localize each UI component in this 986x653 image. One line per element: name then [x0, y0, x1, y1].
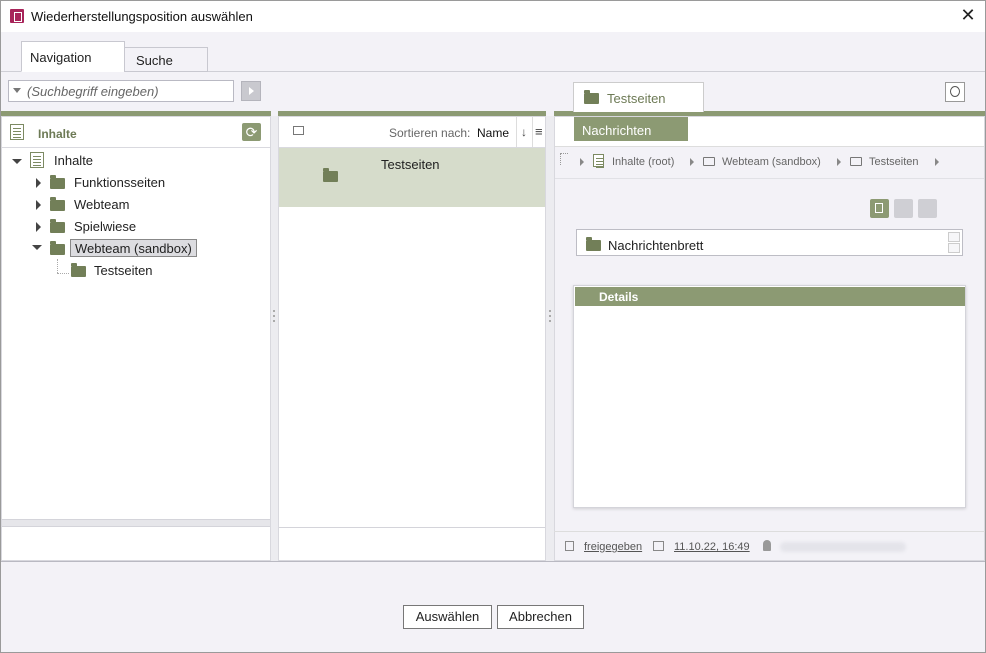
list-panel-header: Sortieren nach: Name ↓ ≡	[279, 117, 545, 148]
folder-icon	[50, 197, 65, 211]
tree-panel-title: Inhalte	[38, 127, 77, 141]
list-panel: Sortieren nach: Name ↓ ≡ Testseiten	[278, 116, 546, 561]
release-status-icon	[565, 541, 574, 551]
dialog-window: Wiederherstellungsposition auswählen ✕ N…	[0, 0, 986, 653]
tree-connector	[57, 259, 58, 273]
folder-icon	[584, 90, 599, 104]
folder-icon	[50, 219, 65, 233]
chevron-right-icon	[690, 158, 694, 166]
redacted-user	[780, 542, 906, 552]
horizontal-splitter[interactable]	[2, 519, 270, 527]
menu-icon[interactable]: ≡	[535, 124, 543, 139]
folder-icon	[50, 175, 65, 189]
tab-testseiten[interactable]: Testseiten	[573, 82, 704, 112]
tree-panel: Inhalte ⟳ Inhalte Funktionsseiten Webtea…	[1, 116, 271, 561]
tab-navigation[interactable]: Navigation	[21, 41, 125, 72]
scroll-up-icon[interactable]	[948, 232, 960, 242]
chevron-right-icon	[837, 158, 841, 166]
tree-item-webteam[interactable]: Webteam	[74, 196, 129, 214]
folder-icon	[586, 237, 601, 251]
expand-triangle-icon[interactable]	[32, 245, 42, 250]
chevron-right-icon	[580, 158, 584, 166]
tree-item-spielwiese[interactable]: Spielwiese	[74, 218, 136, 236]
search-go-button[interactable]	[241, 81, 261, 101]
folder-icon	[50, 241, 65, 255]
add-page-button[interactable]	[870, 199, 889, 218]
tree-panel-header: Inhalte ⟳	[2, 117, 270, 148]
document-icon	[30, 152, 44, 168]
collapse-triangle-icon[interactable]	[36, 178, 41, 188]
chevron-down-icon[interactable]	[13, 88, 21, 93]
tree-item-webteam-sandbox[interactable]: Webteam (sandbox)	[70, 239, 197, 257]
date-link[interactable]: 11.10.22, 16:49	[674, 541, 750, 553]
search-placeholder: (Suchbegriff eingeben)	[27, 84, 159, 99]
collapse-triangle-icon[interactable]	[36, 200, 41, 210]
user-button	[894, 199, 913, 218]
folder-icon	[703, 157, 715, 166]
scroll-down-icon[interactable]	[948, 243, 960, 253]
tree-connector	[57, 273, 69, 274]
vertical-splitter-left[interactable]	[271, 116, 278, 561]
release-status-link[interactable]: freigegeben	[584, 541, 642, 553]
app-icon	[10, 9, 24, 23]
details-box: Details	[573, 285, 966, 508]
folder-icon	[850, 157, 862, 166]
collapse-triangle-icon[interactable]	[36, 222, 41, 232]
breadcrumb-item-sandbox[interactable]: Webteam (sandbox)	[722, 156, 821, 168]
subtab-nachrichten[interactable]: Nachrichten	[574, 117, 688, 141]
folder-icon	[323, 168, 338, 182]
breadcrumb-item-testseiten[interactable]: Testseiten	[869, 156, 919, 168]
calendar-icon	[653, 541, 664, 551]
title-bar: Wiederherstellungsposition auswählen ✕	[1, 1, 985, 32]
document-icon	[10, 124, 24, 140]
cancel-button[interactable]: Abbrechen	[497, 605, 584, 629]
trash-icon	[918, 199, 937, 218]
tab-suche[interactable]: Suche	[124, 47, 208, 72]
tree-item-inhalte[interactable]: Inhalte	[54, 152, 93, 170]
sort-label: Sortieren nach:	[389, 126, 471, 140]
select-button[interactable]: Auswählen	[403, 605, 492, 629]
sort-value[interactable]: Name	[477, 126, 509, 140]
window-title: Wiederherstellungsposition auswählen	[31, 9, 253, 24]
chevron-right-icon	[935, 158, 939, 166]
vertical-splitter-right[interactable]	[546, 116, 554, 561]
list-item[interactable]: Testseiten	[279, 148, 545, 207]
export-icon[interactable]	[293, 126, 304, 135]
document-icon	[593, 154, 604, 167]
section-list-item: Nachrichtenbrett	[608, 238, 704, 253]
folder-icon	[71, 263, 86, 277]
tab-testseiten-label: Testseiten	[607, 91, 666, 106]
details-header: Details	[575, 287, 965, 306]
tree-item-testseiten[interactable]: Testseiten	[94, 262, 153, 280]
search-input[interactable]: (Suchbegriff eingeben)	[8, 80, 234, 102]
restore-icon[interactable]	[945, 82, 965, 102]
tab-navigation-label: Navigation	[30, 50, 92, 65]
tree-item-funktionsseiten[interactable]: Funktionsseiten	[74, 174, 165, 192]
refresh-icon[interactable]: ⟳	[242, 123, 261, 141]
close-icon[interactable]: ✕	[959, 6, 977, 24]
tab-suche-label: Suche	[136, 53, 173, 68]
section-list[interactable]: Nachrichtenbrett	[576, 229, 963, 256]
list-item-label: Testseiten	[381, 157, 440, 172]
tab-bar: Navigation Suche	[1, 32, 985, 72]
breadcrumb-item-root[interactable]: Inhalte (root)	[612, 156, 674, 168]
sort-direction-icon[interactable]: ↓	[521, 125, 527, 139]
breadcrumb-handle-icon	[560, 153, 568, 165]
user-icon	[763, 540, 771, 551]
expand-triangle-icon[interactable]	[12, 159, 22, 164]
